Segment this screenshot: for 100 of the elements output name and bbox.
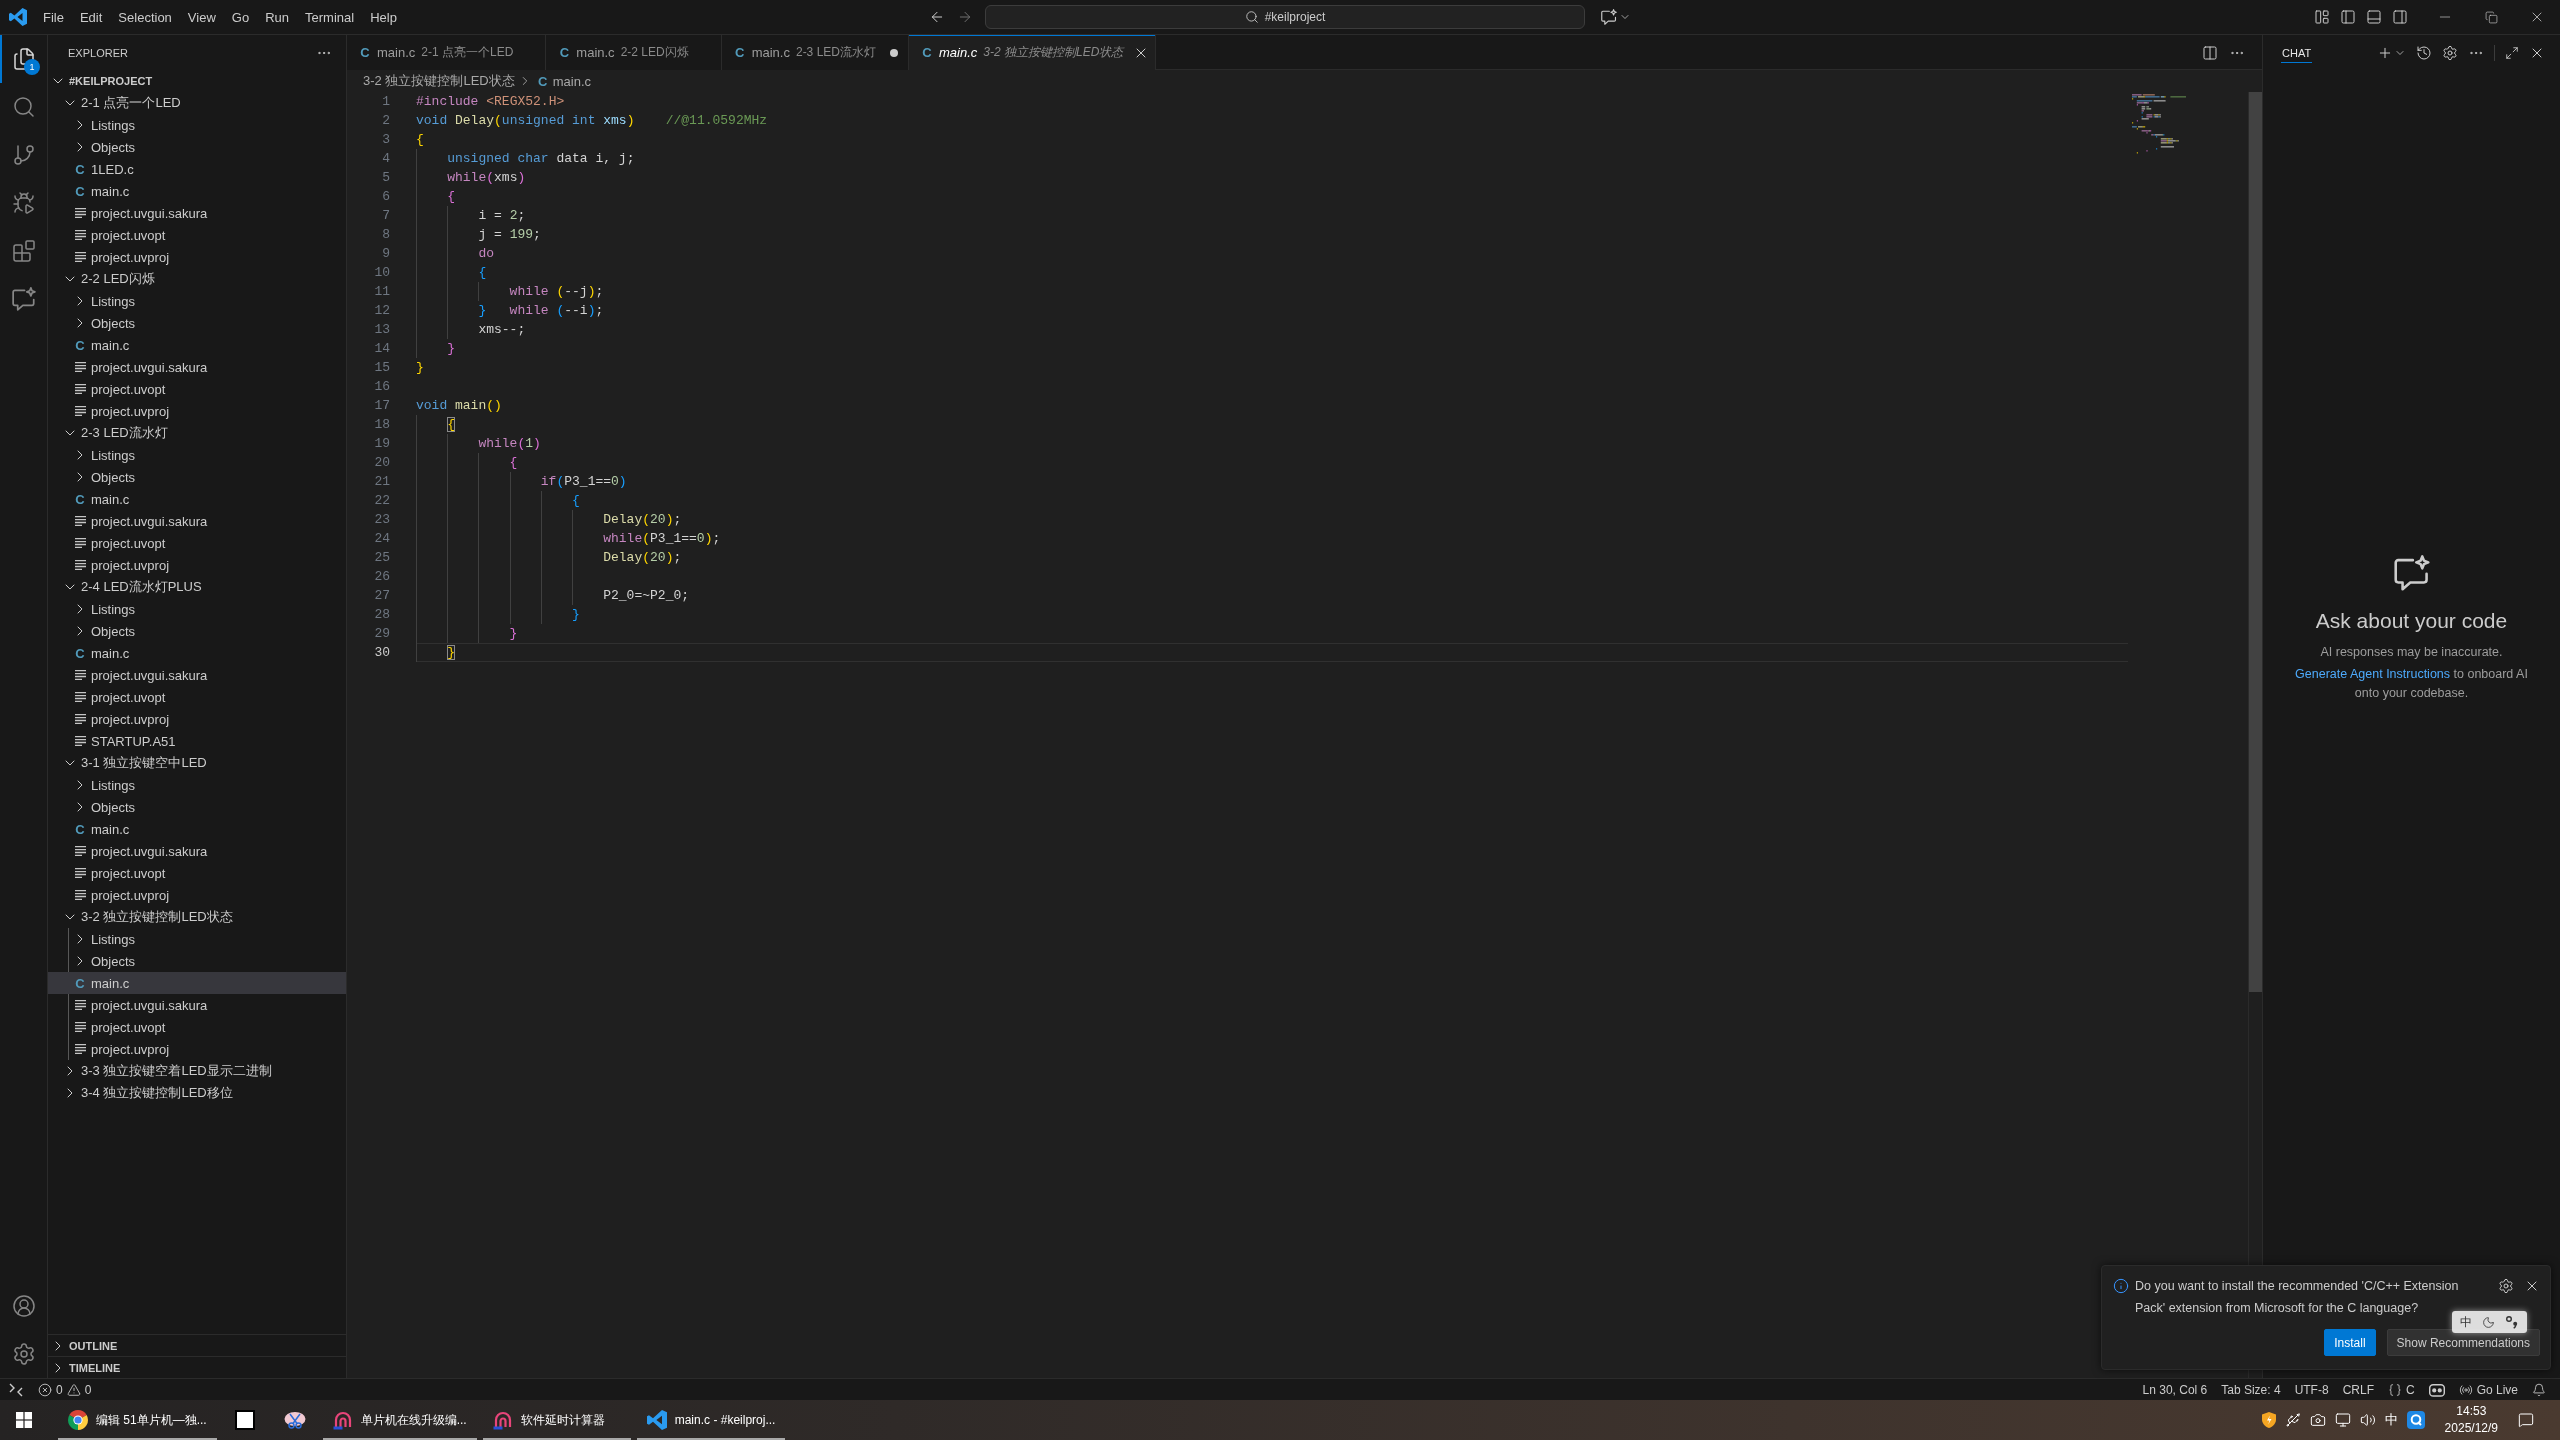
menu-item[interactable]: Help <box>362 6 405 28</box>
tree-item[interactable]: Listings <box>48 928 346 950</box>
tree-item[interactable]: Listings <box>48 598 346 620</box>
camera-icon[interactable] <box>2309 1412 2326 1428</box>
tree-item[interactable]: project.uvopt <box>48 1016 346 1038</box>
editor-tab[interactable]: C main.c 3-2 独立按键控制LED状态 <box>909 35 1157 70</box>
editor-tab[interactable]: C main.c 2-2 LED闪烁 <box>546 35 722 70</box>
tree-item[interactable]: STARTUP.A51 <box>48 730 346 752</box>
status-item[interactable]: Go Live <box>2452 1382 2524 1397</box>
menu-item[interactable]: File <box>35 6 72 28</box>
tree-item[interactable]: 3-3 独立按键空着LED显示二进制 <box>48 1060 346 1082</box>
blocks-icon[interactable] <box>11 239 36 263</box>
breadcrumb-item[interactable]: C main.c <box>534 73 591 89</box>
status-item[interactable]: Ln 30, Col 6 <box>2136 1382 2214 1397</box>
tree-item[interactable]: C main.c <box>48 818 346 840</box>
tree-item[interactable]: project.uvproj <box>48 1038 346 1060</box>
files-icon[interactable] <box>11 47 36 71</box>
tree-item[interactable]: project.uvgui.sakura <box>48 356 346 378</box>
logo-icon[interactable] <box>9 8 27 26</box>
status-item[interactable]: Tab Size: 4 <box>2215 1382 2287 1397</box>
split-editor-icon[interactable] <box>2202 44 2218 61</box>
ime-mode-button[interactable]: 中 <box>2460 1313 2472 1331</box>
tree-item[interactable]: project.uvgui.sakura <box>48 840 346 862</box>
right-panel-icon[interactable] <box>2392 9 2408 25</box>
tree-item[interactable]: project.uvproj <box>48 400 346 422</box>
bug-play-icon[interactable] <box>11 191 36 215</box>
account-icon[interactable] <box>11 1294 36 1318</box>
tree-item[interactable]: Objects <box>48 312 346 334</box>
menu-item[interactable]: Run <box>257 6 297 28</box>
tree-item[interactable]: C main.c <box>48 642 346 664</box>
tree-item[interactable]: project.uvopt <box>48 532 346 554</box>
punctuation-icon[interactable] <box>2505 1315 2519 1329</box>
tree-item[interactable]: Objects <box>48 796 346 818</box>
taskbar-button[interactable]: 编辑 51单片机—独... <box>58 1400 217 1440</box>
tree-item[interactable]: #KEILPROJECT <box>48 70 346 92</box>
tree-item[interactable]: C main.c <box>48 488 346 510</box>
tree-item[interactable]: project.uvproj <box>48 884 346 906</box>
panel-tab[interactable]: CHAT <box>2281 42 2313 63</box>
tree-item[interactable]: Objects <box>48 620 346 642</box>
layout-icon[interactable] <box>2314 9 2330 25</box>
chat-sparkle-icon[interactable] <box>1601 9 1617 25</box>
shield-icon[interactable] <box>2261 1412 2276 1428</box>
start-grid-icon[interactable] <box>16 1412 32 1428</box>
section-header[interactable]: OUTLINE <box>48 1334 346 1356</box>
tree-item[interactable]: C main.c <box>48 180 346 202</box>
tree-item[interactable]: 2-4 LED流水灯PLUS <box>48 576 346 598</box>
tree-item[interactable]: project.uvopt <box>48 224 346 246</box>
app-icon[interactable] <box>2406 1411 2425 1429</box>
tree-item[interactable]: Listings <box>48 114 346 136</box>
taskbar-button[interactable]: 单片机在线升级编... <box>322 1400 477 1440</box>
taskbar-button[interactable]: main.c - #keilproj... <box>636 1400 786 1440</box>
restore-icon[interactable] <box>2484 10 2498 24</box>
tree-item[interactable]: C main.c <box>48 334 346 356</box>
agent-instructions-link[interactable]: Generate Agent Instructions <box>2295 667 2451 681</box>
tree-item[interactable]: Listings <box>48 444 346 466</box>
tree-item[interactable]: 3-1 独立按键空中LED <box>48 752 346 774</box>
volume-icon[interactable] <box>2359 1412 2376 1428</box>
maximize-icon[interactable] <box>2505 45 2519 60</box>
tree-item[interactable]: C main.c <box>48 972 346 994</box>
usb-icon[interactable] <box>2284 1412 2301 1428</box>
tree-item[interactable]: project.uvgui.sakura <box>48 202 346 224</box>
editor-tab[interactable]: C main.c 2-1 点亮一个LED <box>347 35 547 70</box>
remote-icon[interactable] <box>9 1382 23 1397</box>
notifications-icon[interactable] <box>2518 1412 2534 1428</box>
tree-item[interactable]: project.uvopt <box>48 686 346 708</box>
tree-item[interactable]: 2-3 LED流水灯 <box>48 422 346 444</box>
status-item[interactable]: C <box>2381 1382 2421 1397</box>
menu-item[interactable]: Terminal <box>297 6 363 28</box>
tree-item[interactable]: C 1LED.c <box>48 158 346 180</box>
bottom-panel-icon[interactable] <box>2366 9 2382 25</box>
settings-icon[interactable] <box>2442 44 2458 61</box>
tree-item[interactable]: Objects <box>48 136 346 158</box>
tree-item[interactable]: Listings <box>48 774 346 796</box>
tree-item[interactable]: project.uvgui.sakura <box>48 664 346 686</box>
tree-item[interactable]: Objects <box>48 950 346 972</box>
taskbar-button[interactable]: 软件延时计算器 <box>482 1400 631 1440</box>
network-icon[interactable] <box>2334 1412 2351 1428</box>
menu-item[interactable]: View <box>179 6 224 28</box>
search-icon[interactable] <box>11 95 36 119</box>
breadcrumb-item[interactable]: 3-2 独立按键控制LED状态 <box>363 72 515 90</box>
tree-item[interactable]: 3-2 独立按键控制LED状态 <box>48 906 346 928</box>
problems-status[interactable]: 0 0 <box>32 1382 98 1397</box>
tree-item[interactable]: Listings <box>48 290 346 312</box>
tree-item[interactable]: 2-1 点亮一个LED <box>48 92 346 114</box>
status-item[interactable]: CRLF <box>2336 1382 2380 1397</box>
action-button[interactable]: Install <box>2324 1329 2376 1356</box>
tree-item[interactable]: project.uvgui.sakura <box>48 510 346 532</box>
editor-tab[interactable]: C main.c 2-3 LED流水灯 <box>721 35 909 70</box>
menu-item[interactable]: Selection <box>110 6 180 28</box>
settings-icon[interactable] <box>11 1342 36 1366</box>
tree-item[interactable]: Objects <box>48 466 346 488</box>
tree-item[interactable]: 2-2 LED闪烁 <box>48 268 346 290</box>
tree-item[interactable]: project.uvgui.sakura <box>48 994 346 1016</box>
settings-icon[interactable] <box>2498 1278 2514 1294</box>
tree-item[interactable]: project.uvproj <box>48 246 346 268</box>
tree-item[interactable]: project.uvopt <box>48 378 346 400</box>
command-center[interactable]: #keilproject <box>985 5 1585 29</box>
branch-icon[interactable] <box>11 143 36 167</box>
robot-icon[interactable] <box>2428 1382 2445 1397</box>
tree-item[interactable]: project.uvopt <box>48 862 346 884</box>
